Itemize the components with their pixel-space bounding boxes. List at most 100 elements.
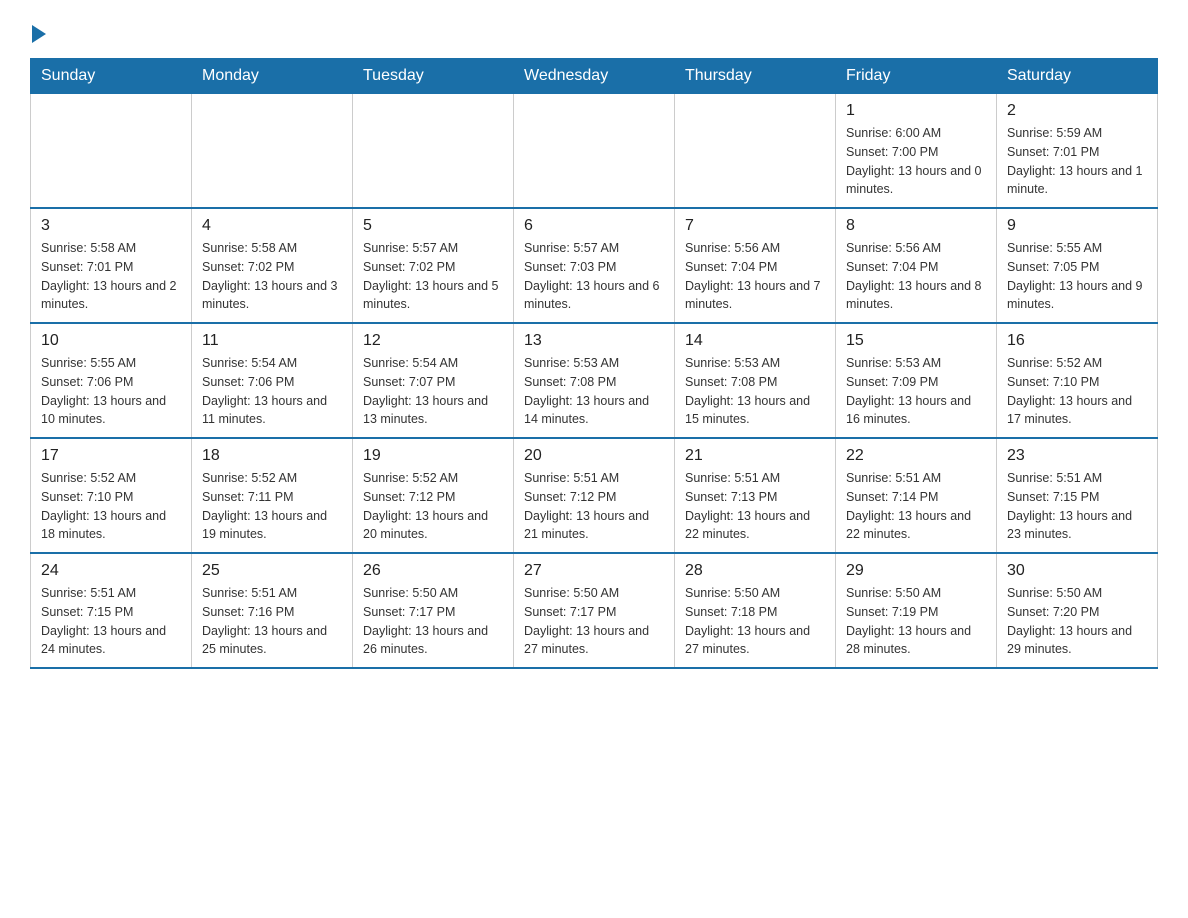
day-info: Sunrise: 5:51 AMSunset: 7:14 PMDaylight:…	[846, 469, 986, 544]
day-info: Sunrise: 5:50 AMSunset: 7:19 PMDaylight:…	[846, 584, 986, 659]
day-number: 12	[363, 332, 503, 350]
day-number: 24	[41, 562, 181, 580]
day-info: Sunrise: 5:51 AMSunset: 7:15 PMDaylight:…	[41, 584, 181, 659]
day-number: 9	[1007, 217, 1147, 235]
day-number: 29	[846, 562, 986, 580]
day-number: 6	[524, 217, 664, 235]
day-info: Sunrise: 5:59 AMSunset: 7:01 PMDaylight:…	[1007, 124, 1147, 199]
calendar-cell: 8Sunrise: 5:56 AMSunset: 7:04 PMDaylight…	[836, 208, 997, 323]
calendar-cell: 14 Sunrise: 5:53 AMSunset: 7:08 PMDayligh…	[675, 323, 836, 438]
day-number: 14	[685, 332, 825, 350]
day-info: Sunrise: 5:52 AMSunset: 7:10 PMDaylight:…	[1007, 354, 1147, 429]
day-info: Sunrise: 5:53 AMSunset: 7:09 PMDaylight:…	[846, 354, 986, 429]
day-number: 10	[41, 332, 181, 350]
day-number: 27	[524, 562, 664, 580]
day-number: 15	[846, 332, 986, 350]
weekday-header-wednesday: Wednesday	[514, 59, 675, 94]
day-info: Sunrise: 5:50 AMSunset: 7:17 PMDaylight:…	[363, 584, 503, 659]
day-number: 28	[685, 562, 825, 580]
week-row-1: 1 Sunrise: 6:00 AMSunset: 7:00 PMDaylight…	[31, 94, 1158, 209]
calendar-cell: 24 Sunrise: 5:51 AMSunset: 7:15 PMDayligh…	[31, 553, 192, 668]
day-number: 17	[41, 447, 181, 465]
weekday-header-sunday: Sunday	[31, 59, 192, 94]
day-number: 16	[1007, 332, 1147, 350]
calendar-cell: 12 Sunrise: 5:54 AMSunset: 7:07 PMDayligh…	[353, 323, 514, 438]
calendar-cell: 11Sunrise: 5:54 AMSunset: 7:06 PMDayligh…	[192, 323, 353, 438]
calendar-cell: 15 Sunrise: 5:53 AMSunset: 7:09 PMDayligh…	[836, 323, 997, 438]
day-number: 3	[41, 217, 181, 235]
day-number: 25	[202, 562, 342, 580]
day-info: Sunrise: 5:57 AMSunset: 7:03 PMDaylight:…	[524, 239, 664, 314]
calendar-cell	[514, 94, 675, 209]
weekday-header-monday: Monday	[192, 59, 353, 94]
calendar-table: SundayMondayTuesdayWednesdayThursdayFrid…	[30, 58, 1158, 669]
calendar-cell: 20 Sunrise: 5:51 AMSunset: 7:12 PMDayligh…	[514, 438, 675, 553]
calendar-cell: 26 Sunrise: 5:50 AMSunset: 7:17 PMDayligh…	[353, 553, 514, 668]
day-info: Sunrise: 5:57 AMSunset: 7:02 PMDaylight:…	[363, 239, 503, 314]
day-info: Sunrise: 5:55 AMSunset: 7:05 PMDaylight:…	[1007, 239, 1147, 314]
day-number: 22	[846, 447, 986, 465]
calendar-cell: 27Sunrise: 5:50 AMSunset: 7:17 PMDayligh…	[514, 553, 675, 668]
weekday-header-row: SundayMondayTuesdayWednesdayThursdayFrid…	[31, 59, 1158, 94]
day-info: Sunrise: 5:52 AMSunset: 7:10 PMDaylight:…	[41, 469, 181, 544]
week-row-3: 10 Sunrise: 5:55 AMSunset: 7:06 PMDayligh…	[31, 323, 1158, 438]
day-info: Sunrise: 5:53 AMSunset: 7:08 PMDaylight:…	[524, 354, 664, 429]
day-info: Sunrise: 6:00 AMSunset: 7:00 PMDaylight:…	[846, 124, 986, 199]
calendar-cell: 23Sunrise: 5:51 AMSunset: 7:15 PMDayligh…	[997, 438, 1158, 553]
day-number: 2	[1007, 102, 1147, 120]
calendar-cell: 30 Sunrise: 5:50 AMSunset: 7:20 PMDayligh…	[997, 553, 1158, 668]
day-info: Sunrise: 5:55 AMSunset: 7:06 PMDaylight:…	[41, 354, 181, 429]
calendar-cell	[192, 94, 353, 209]
day-info: Sunrise: 5:54 AMSunset: 7:06 PMDaylight:…	[202, 354, 342, 429]
calendar-cell	[675, 94, 836, 209]
day-info: Sunrise: 5:51 AMSunset: 7:16 PMDaylight:…	[202, 584, 342, 659]
logo-chevron-icon	[32, 25, 48, 48]
day-number: 23	[1007, 447, 1147, 465]
day-info: Sunrise: 5:56 AMSunset: 7:04 PMDaylight:…	[846, 239, 986, 314]
calendar-cell	[353, 94, 514, 209]
day-number: 30	[1007, 562, 1147, 580]
weekday-header-friday: Friday	[836, 59, 997, 94]
calendar-cell: 17 Sunrise: 5:52 AMSunset: 7:10 PMDayligh…	[31, 438, 192, 553]
week-row-4: 17 Sunrise: 5:52 AMSunset: 7:10 PMDayligh…	[31, 438, 1158, 553]
calendar-cell: 3Sunrise: 5:58 AMSunset: 7:01 PMDaylight…	[31, 208, 192, 323]
day-number: 21	[685, 447, 825, 465]
day-info: Sunrise: 5:53 AMSunset: 7:08 PMDaylight:…	[685, 354, 825, 429]
weekday-header-thursday: Thursday	[675, 59, 836, 94]
calendar-cell: 5 Sunrise: 5:57 AMSunset: 7:02 PMDaylight…	[353, 208, 514, 323]
weekday-header-saturday: Saturday	[997, 59, 1158, 94]
page-header	[30, 20, 1158, 48]
day-number: 5	[363, 217, 503, 235]
calendar-cell: 22 Sunrise: 5:51 AMSunset: 7:14 PMDayligh…	[836, 438, 997, 553]
day-info: Sunrise: 5:54 AMSunset: 7:07 PMDaylight:…	[363, 354, 503, 429]
calendar-cell: 4Sunrise: 5:58 AMSunset: 7:02 PMDaylight…	[192, 208, 353, 323]
day-info: Sunrise: 5:58 AMSunset: 7:02 PMDaylight:…	[202, 239, 342, 314]
day-info: Sunrise: 5:51 AMSunset: 7:12 PMDaylight:…	[524, 469, 664, 544]
calendar-cell: 13 Sunrise: 5:53 AMSunset: 7:08 PMDayligh…	[514, 323, 675, 438]
day-info: Sunrise: 5:56 AMSunset: 7:04 PMDaylight:…	[685, 239, 825, 314]
calendar-cell	[31, 94, 192, 209]
calendar-cell: 29 Sunrise: 5:50 AMSunset: 7:19 PMDayligh…	[836, 553, 997, 668]
day-info: Sunrise: 5:51 AMSunset: 7:13 PMDaylight:…	[685, 469, 825, 544]
week-row-2: 3Sunrise: 5:58 AMSunset: 7:01 PMDaylight…	[31, 208, 1158, 323]
logo	[30, 20, 48, 48]
day-number: 19	[363, 447, 503, 465]
calendar-cell: 18Sunrise: 5:52 AMSunset: 7:11 PMDayligh…	[192, 438, 353, 553]
calendar-cell: 9 Sunrise: 5:55 AMSunset: 7:05 PMDaylight…	[997, 208, 1158, 323]
day-number: 18	[202, 447, 342, 465]
calendar-cell: 16 Sunrise: 5:52 AMSunset: 7:10 PMDayligh…	[997, 323, 1158, 438]
day-info: Sunrise: 5:50 AMSunset: 7:18 PMDaylight:…	[685, 584, 825, 659]
day-number: 13	[524, 332, 664, 350]
calendar-cell: 10 Sunrise: 5:55 AMSunset: 7:06 PMDayligh…	[31, 323, 192, 438]
day-number: 7	[685, 217, 825, 235]
day-number: 1	[846, 102, 986, 120]
calendar-cell: 1 Sunrise: 6:00 AMSunset: 7:00 PMDaylight…	[836, 94, 997, 209]
calendar-cell: 7 Sunrise: 5:56 AMSunset: 7:04 PMDaylight…	[675, 208, 836, 323]
calendar-cell: 19Sunrise: 5:52 AMSunset: 7:12 PMDayligh…	[353, 438, 514, 553]
day-info: Sunrise: 5:50 AMSunset: 7:20 PMDaylight:…	[1007, 584, 1147, 659]
calendar-cell: 2 Sunrise: 5:59 AMSunset: 7:01 PMDaylight…	[997, 94, 1158, 209]
day-number: 20	[524, 447, 664, 465]
calendar-cell: 6 Sunrise: 5:57 AMSunset: 7:03 PMDaylight…	[514, 208, 675, 323]
day-number: 26	[363, 562, 503, 580]
calendar-cell: 25 Sunrise: 5:51 AMSunset: 7:16 PMDayligh…	[192, 553, 353, 668]
